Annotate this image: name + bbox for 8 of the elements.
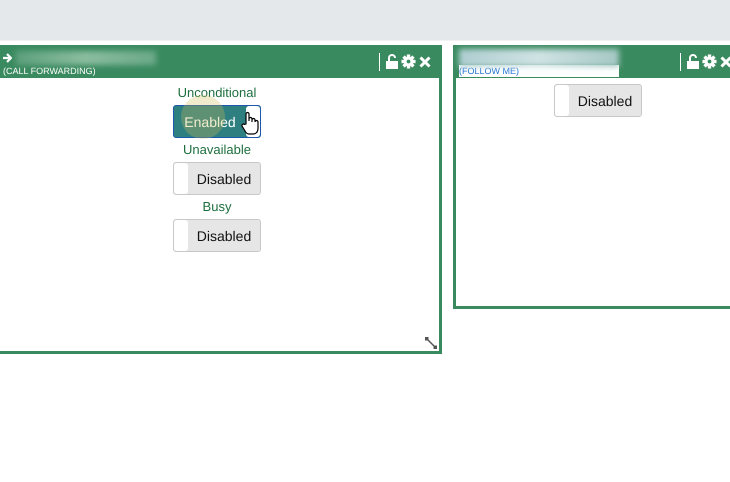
toggle-switch[interactable]: Disabled — [554, 84, 642, 117]
toggle-switch[interactable]: Disabled — [173, 162, 261, 195]
toggle-label: Unavailable — [183, 141, 251, 158]
panel-subtitle: (CALL FORWARDING) — [3, 64, 97, 76]
toggle-label: Busy — [202, 198, 232, 215]
toggle-switch[interactable]: Disabled — [173, 219, 261, 252]
toggle-label: Unconditional — [178, 84, 256, 101]
panel-subtitle: (FOLLOW ME) — [459, 64, 619, 76]
